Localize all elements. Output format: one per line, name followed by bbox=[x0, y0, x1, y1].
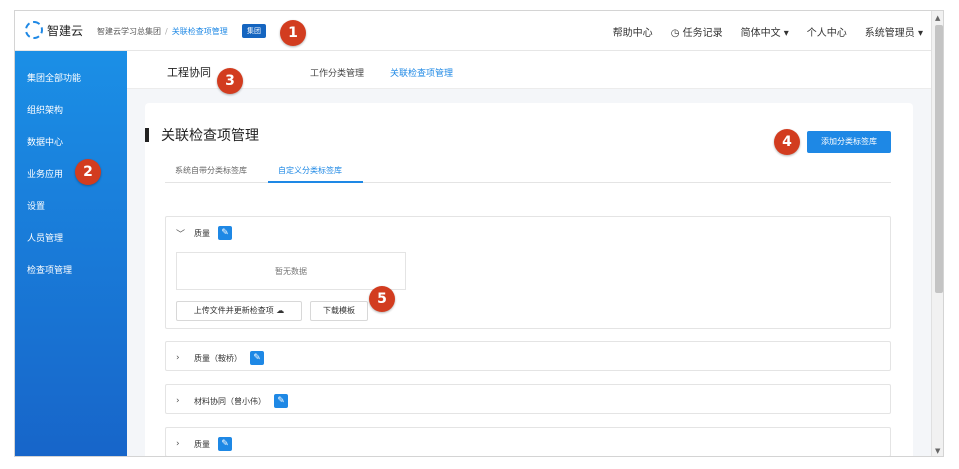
scroll-down-arrow-icon[interactable]: ▼ bbox=[935, 447, 940, 455]
edit-icon[interactable]: ✎ bbox=[250, 351, 264, 365]
logo-text: 智建云 bbox=[47, 23, 84, 38]
edit-icon[interactable]: ✎ bbox=[218, 226, 232, 240]
scroll-up-arrow-icon[interactable]: ▲ bbox=[935, 14, 940, 22]
edit-icon[interactable]: ✎ bbox=[274, 394, 288, 408]
category-group: › 质量（鞍桥） ✎ bbox=[165, 341, 891, 371]
org-type-badge: 集团 bbox=[242, 24, 266, 38]
title-accent-bar bbox=[145, 128, 149, 142]
breadcrumb-item-group[interactable]: 智建云学习总集团 bbox=[97, 26, 161, 37]
callout-marker: 1 bbox=[280, 20, 306, 46]
top-nav: 帮助中心 ◷ 任务记录 简体中文 ▾ 个人中心 系统管理员 ▾ bbox=[613, 24, 923, 39]
category-group: › 质量 ✎ bbox=[165, 427, 891, 456]
download-template-button[interactable]: 下载模板 bbox=[310, 301, 368, 321]
group-name: 质量 bbox=[194, 439, 210, 449]
tab-related-inspection[interactable]: 关联检查项管理 bbox=[390, 66, 453, 79]
logo-icon bbox=[25, 21, 43, 39]
breadcrumb-separator: / bbox=[165, 27, 168, 36]
chevron-right-icon[interactable]: › bbox=[176, 439, 186, 449]
language-dropdown[interactable]: 简体中文 ▾ bbox=[741, 24, 789, 39]
app-window: 智建云 智建云学习总集团 / 关联检查项管理 集团 帮助中心 ◷ 任务记录 简体… bbox=[14, 10, 944, 457]
sidebar-item-personnel[interactable]: 人员管理 bbox=[27, 231, 63, 244]
card-header: 关联检查项管理 bbox=[145, 125, 259, 145]
top-bar: 智建云 智建云学习总集团 / 关联检查项管理 集团 帮助中心 ◷ 任务记录 简体… bbox=[15, 11, 931, 51]
group-name: 质量（鞍桥） bbox=[194, 353, 242, 363]
group-header[interactable]: › 质量（鞍桥） ✎ bbox=[176, 351, 264, 365]
task-record-link[interactable]: ◷ 任务记录 bbox=[671, 24, 723, 39]
logo[interactable]: 智建云 bbox=[25, 21, 83, 39]
clock-icon: ◷ bbox=[670, 28, 683, 39]
active-tab-indicator bbox=[268, 181, 363, 183]
sidebar-item-data-center[interactable]: 数据中心 bbox=[27, 135, 63, 148]
tab-custom-library[interactable]: 自定义分类标签库 bbox=[278, 165, 342, 176]
group-name: 质量 bbox=[194, 228, 210, 238]
sidebar-item-settings[interactable]: 设置 bbox=[27, 199, 45, 212]
module-tab-bar: 工程协同 工作分类管理 关联检查项管理 bbox=[127, 51, 931, 89]
group-header[interactable]: › 质量 ✎ bbox=[176, 437, 232, 451]
upload-update-button[interactable]: 上传文件并更新检查项 ☁ bbox=[176, 301, 302, 321]
group-name: 材料协同（曾小伟） bbox=[194, 396, 266, 406]
user-menu-dropdown[interactable]: 系统管理员 ▾ bbox=[865, 24, 923, 39]
group-header[interactable]: › 材料协同（曾小伟） ✎ bbox=[176, 394, 288, 408]
group-header[interactable]: ﹀ 质量 ✎ bbox=[176, 226, 232, 240]
content-card: 关联检查项管理 添加分类标签库 系统自带分类标签库 自定义分类标签库 ﹀ 质量 … bbox=[145, 103, 913, 456]
tab-system-library[interactable]: 系统自带分类标签库 bbox=[175, 165, 247, 176]
sidebar-item-business-apps[interactable]: 业务应用 bbox=[27, 167, 63, 180]
task-record-label: 任务记录 bbox=[682, 28, 723, 39]
help-center-link[interactable]: 帮助中心 bbox=[613, 24, 653, 39]
callout-marker: 5 bbox=[369, 286, 395, 312]
module-title[interactable]: 工程协同 bbox=[167, 64, 211, 80]
tab-work-category[interactable]: 工作分类管理 bbox=[310, 66, 364, 79]
chevron-down-icon[interactable]: ﹀ bbox=[176, 227, 186, 240]
edit-icon[interactable]: ✎ bbox=[218, 437, 232, 451]
sidebar-item-inspection-items[interactable]: 检查项管理 bbox=[27, 263, 72, 276]
sidebar: 集团全部功能 组织架构 数据中心 业务应用 设置 人员管理 检查项管理 bbox=[15, 51, 127, 456]
chevron-right-icon[interactable]: › bbox=[176, 396, 186, 406]
callout-marker: 3 bbox=[217, 68, 243, 94]
scroll-thumb[interactable] bbox=[935, 25, 943, 293]
breadcrumb-item-current: 关联检查项管理 bbox=[171, 27, 228, 36]
category-group: › 材料协同（曾小伟） ✎ bbox=[165, 384, 891, 414]
upload-button-label: 上传文件并更新检查项 bbox=[193, 306, 274, 315]
cloud-upload-icon: ☁ bbox=[276, 306, 285, 315]
callout-marker: 4 bbox=[774, 129, 800, 155]
add-category-library-button[interactable]: 添加分类标签库 bbox=[807, 131, 891, 153]
breadcrumb: 智建云学习总集团 / 关联检查项管理 bbox=[97, 26, 228, 37]
page-title: 关联检查项管理 bbox=[161, 128, 259, 144]
library-tabs: 系统自带分类标签库 自定义分类标签库 bbox=[165, 161, 891, 183]
page-scrollbar[interactable]: ▲ ▼ bbox=[931, 11, 943, 456]
empty-state: 暂无数据 bbox=[176, 252, 406, 290]
personal-center-link[interactable]: 个人中心 bbox=[807, 24, 847, 39]
sidebar-item-org-structure[interactable]: 组织架构 bbox=[27, 103, 63, 116]
sidebar-item-all-functions[interactable]: 集团全部功能 bbox=[27, 71, 81, 84]
chevron-right-icon[interactable]: › bbox=[176, 353, 186, 363]
category-group: ﹀ 质量 ✎ 暂无数据 上传文件并更新检查项 ☁ 下载模板 bbox=[165, 216, 891, 329]
callout-marker: 2 bbox=[75, 159, 101, 185]
